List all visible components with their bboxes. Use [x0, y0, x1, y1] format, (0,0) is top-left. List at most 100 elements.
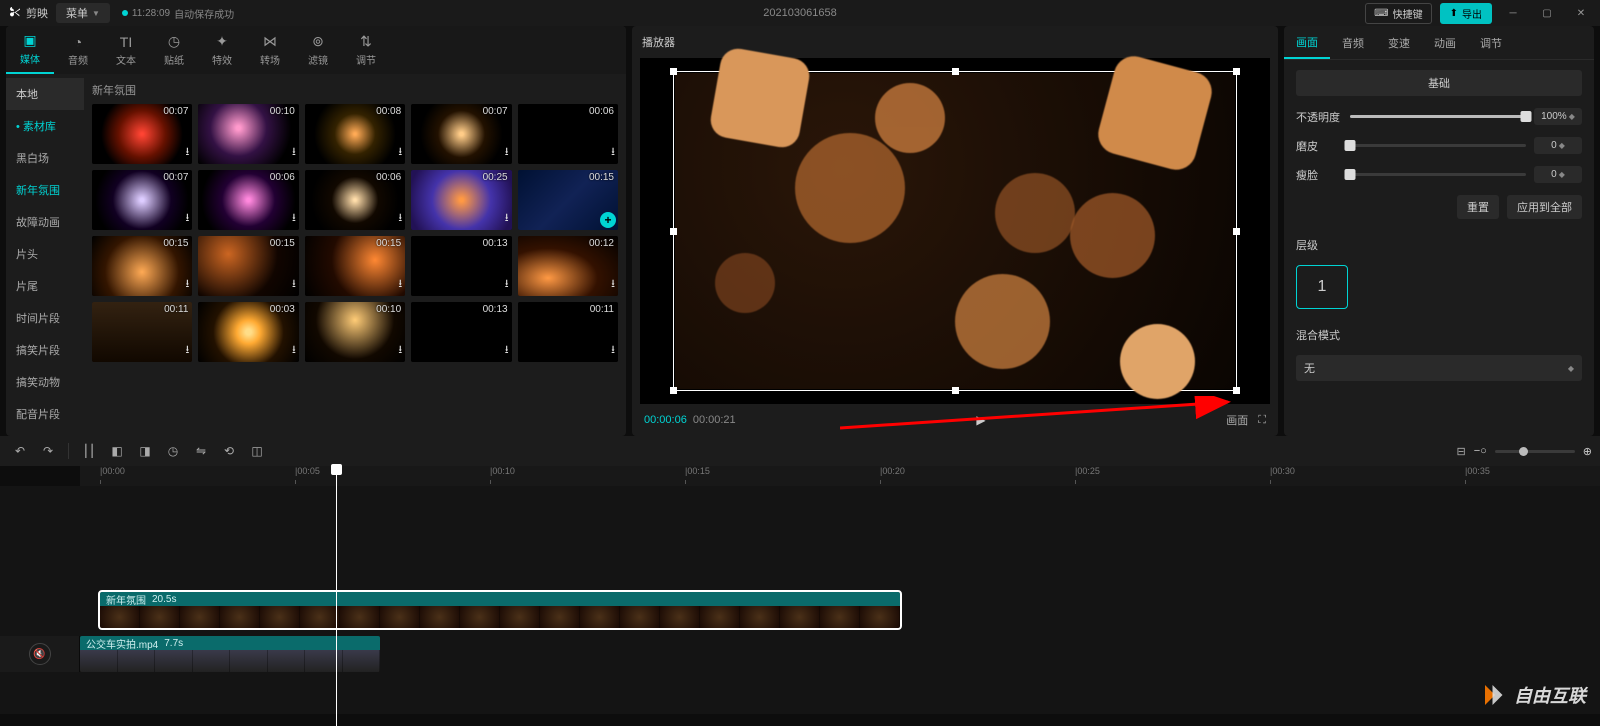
sidebar-item-10[interactable]: 配音片段	[6, 398, 84, 430]
download-icon[interactable]: ⭳	[186, 143, 190, 162]
media-tab-7[interactable]: ⇅调节	[342, 26, 390, 74]
maximize-button[interactable]: ▢	[1534, 3, 1560, 23]
media-thumb-14[interactable]: 00:12⭳	[518, 236, 618, 296]
delete-left-button[interactable]: ◧	[105, 439, 129, 463]
media-thumb-17[interactable]: 00:10⭳	[305, 302, 405, 362]
download-icon[interactable]: ⭳	[611, 341, 615, 360]
sidebar-item-7[interactable]: 时间片段	[6, 302, 84, 334]
media-thumb-9[interactable]: 00:15+	[518, 170, 618, 230]
download-icon[interactable]: ⭳	[292, 275, 296, 294]
media-thumb-19[interactable]: 00:11⭳	[518, 302, 618, 362]
download-icon[interactable]: ⭳	[398, 341, 402, 360]
sidebar-item-4[interactable]: 故障动画	[6, 206, 84, 238]
clip-overlay[interactable]: 新年氛围20.5s	[100, 592, 900, 628]
reset-button[interactable]: 重置	[1457, 195, 1499, 219]
sidebar-item-1[interactable]: • 素材库	[6, 110, 84, 142]
media-thumb-10[interactable]: 00:15⭳	[92, 236, 192, 296]
face-value[interactable]: 0◆	[1534, 166, 1582, 183]
undo-button[interactable]: ↶	[8, 439, 32, 463]
apply-all-button[interactable]: 应用到全部	[1507, 195, 1582, 219]
skin-value[interactable]: 0◆	[1534, 137, 1582, 154]
prop-tab-2[interactable]: 变速	[1376, 26, 1422, 59]
download-icon[interactable]: ⭳	[611, 143, 615, 162]
speed-button[interactable]: ◷	[161, 439, 185, 463]
sidebar-item-6[interactable]: 片尾	[6, 270, 84, 302]
media-thumb-2[interactable]: 00:08⭳	[305, 104, 405, 164]
close-button[interactable]: ✕	[1568, 3, 1594, 23]
download-icon[interactable]: ⭳	[611, 275, 615, 294]
opacity-slider[interactable]	[1350, 115, 1526, 118]
crop-button[interactable]: ◫	[245, 439, 269, 463]
prop-tab-4[interactable]: 调节	[1468, 26, 1514, 59]
media-thumb-16[interactable]: 00:03⭳	[198, 302, 298, 362]
sidebar-item-9[interactable]: 搞笑动物	[6, 366, 84, 398]
download-icon[interactable]: ⭳	[186, 209, 190, 228]
timeline-tracks[interactable]: 新年氛围20.5s 🔇 公交车实拍.mp47.7s	[0, 486, 1600, 714]
download-icon[interactable]: ⭳	[505, 341, 509, 360]
prop-tab-0[interactable]: 画面	[1284, 26, 1330, 59]
minimize-button[interactable]: ─	[1500, 3, 1526, 23]
download-icon[interactable]: ⭳	[292, 341, 296, 360]
media-tab-5[interactable]: ⋈转场	[246, 26, 294, 74]
media-thumb-1[interactable]: 00:10⭳	[198, 104, 298, 164]
zoom-slider[interactable]	[1495, 450, 1575, 453]
download-icon[interactable]: ⭳	[292, 143, 296, 162]
skin-slider[interactable]	[1350, 144, 1526, 147]
media-thumb-15[interactable]: 00:11⭳	[92, 302, 192, 362]
add-clip-button[interactable]: +	[600, 212, 616, 228]
sidebar-item-0[interactable]: 本地	[6, 78, 84, 110]
download-icon[interactable]: ⭳	[398, 209, 402, 228]
player-viewport[interactable]	[640, 58, 1270, 404]
mute-track-button[interactable]: 🔇	[29, 643, 51, 665]
media-thumb-11[interactable]: 00:15⭳	[198, 236, 298, 296]
media-tab-0[interactable]: ▣媒体	[6, 26, 54, 74]
download-icon[interactable]: ⭳	[186, 275, 190, 294]
media-tab-1[interactable]: ◔音频	[54, 26, 102, 74]
menu-button[interactable]: 菜单▼	[56, 3, 110, 23]
ratio-button[interactable]: 画面	[1226, 412, 1248, 428]
fullscreen-button[interactable]: ⛶	[1258, 414, 1266, 427]
export-button[interactable]: ⬆导出	[1440, 3, 1492, 24]
media-tab-6[interactable]: ⊚滤镜	[294, 26, 342, 74]
media-thumb-5[interactable]: 00:07⭳	[92, 170, 192, 230]
media-thumb-4[interactable]: 00:06⭳	[518, 104, 618, 164]
redo-button[interactable]: ↷	[36, 439, 60, 463]
sidebar-item-8[interactable]: 搞笑片段	[6, 334, 84, 366]
split-button[interactable]: ⎮⎮	[77, 439, 101, 463]
sidebar-item-2[interactable]: 黑白场	[6, 142, 84, 174]
media-tab-4[interactable]: ✦特效	[198, 26, 246, 74]
download-icon[interactable]: ⭳	[505, 143, 509, 162]
timeline-ruler[interactable]: |00:00|00:05|00:10|00:15|00:20|00:25|00:…	[80, 466, 1600, 486]
download-icon[interactable]: ⭳	[398, 143, 402, 162]
download-icon[interactable]: ⭳	[186, 341, 190, 360]
zoom-in-button[interactable]: ⊕	[1583, 445, 1592, 458]
sidebar-item-5[interactable]: 片头	[6, 238, 84, 270]
face-slider[interactable]	[1350, 173, 1526, 176]
prop-tab-3[interactable]: 动画	[1422, 26, 1468, 59]
blend-mode-select[interactable]: 无◆	[1296, 355, 1582, 381]
mirror-button[interactable]: ⇋	[189, 439, 213, 463]
basic-tab[interactable]: 基础	[1296, 70, 1582, 96]
prop-tab-1[interactable]: 音频	[1330, 26, 1376, 59]
download-icon[interactable]: ⭳	[398, 275, 402, 294]
media-thumb-3[interactable]: 00:07⭳	[411, 104, 511, 164]
play-button[interactable]: ▶	[976, 413, 985, 427]
media-thumb-8[interactable]: 00:25⭳	[411, 170, 511, 230]
media-thumb-7[interactable]: 00:06⭳	[305, 170, 405, 230]
zoom-out-button[interactable]: −○	[1474, 445, 1487, 457]
media-thumb-18[interactable]: 00:13⭳	[411, 302, 511, 362]
rotate-button[interactable]: ⟲	[217, 439, 241, 463]
layer-selector[interactable]: 1	[1296, 265, 1348, 309]
download-icon[interactable]: ⭳	[505, 275, 509, 294]
media-tab-2[interactable]: TI文本	[102, 26, 150, 74]
download-icon[interactable]: ⭳	[505, 209, 509, 228]
opacity-value[interactable]: 100%◆	[1534, 108, 1582, 125]
media-thumb-0[interactable]: 00:07⭳	[92, 104, 192, 164]
playhead[interactable]	[336, 466, 337, 726]
shortcut-button[interactable]: ⌨快捷键	[1365, 3, 1431, 24]
sidebar-item-3[interactable]: 新年氛围	[6, 174, 84, 206]
auto-fit-button[interactable]: ⊟	[1456, 445, 1465, 458]
media-thumb-13[interactable]: 00:13⭳	[411, 236, 511, 296]
delete-right-button[interactable]: ◨	[133, 439, 157, 463]
media-thumb-6[interactable]: 00:06⭳	[198, 170, 298, 230]
